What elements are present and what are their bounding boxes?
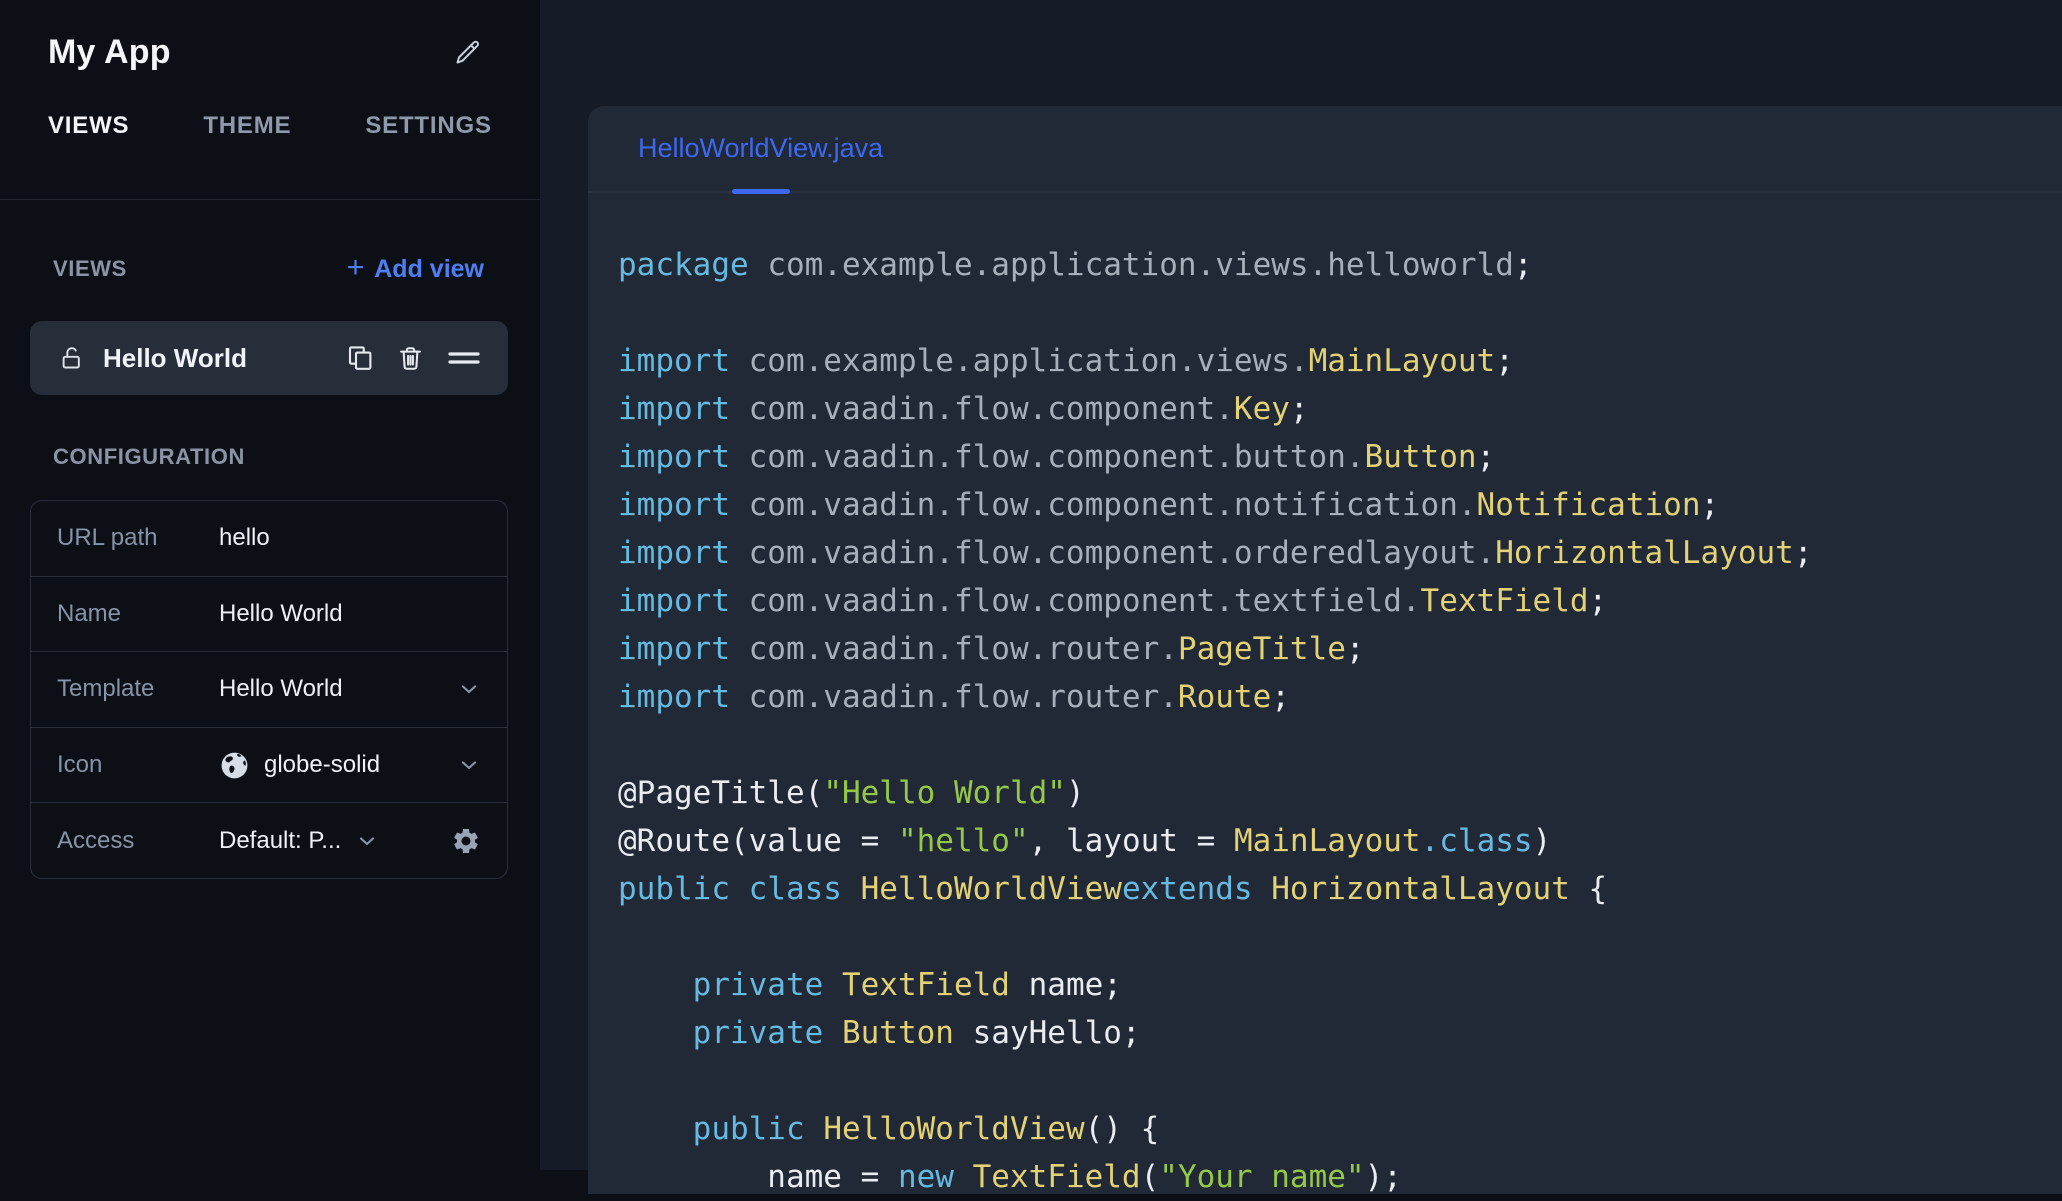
tab-settings[interactable]: SETTINGS xyxy=(365,112,491,140)
views-section-title: VIEWS xyxy=(53,256,127,281)
edit-app-name-button[interactable] xyxy=(454,38,482,66)
code-line: import com.vaadin.flow.router.PageTitle; xyxy=(618,631,1365,667)
gear-icon xyxy=(451,826,481,856)
views-section-header: VIEWS + Add view xyxy=(53,252,484,286)
tabs-divider xyxy=(0,199,540,200)
code-line: import com.vaadin.flow.router.Route; xyxy=(618,679,1290,715)
configuration-panel: URL path hello Name Hello World Template… xyxy=(30,500,508,879)
code-editor[interactable]: package com.example.application.views.he… xyxy=(588,193,2062,1201)
chevron-down-icon xyxy=(355,829,379,853)
code-line: import com.vaadin.flow.component.ordered… xyxy=(618,535,1813,571)
code-line: @Route(value = "hello", layout = MainLay… xyxy=(618,823,1552,859)
duplicate-view-button[interactable] xyxy=(343,341,377,375)
plus-icon: + xyxy=(346,251,365,284)
code-line: public HelloWorldView() { xyxy=(692,1111,1160,1147)
tab-helloworldview-java[interactable]: HelloWorldView.java xyxy=(628,106,893,194)
code-line: import com.vaadin.flow.component.textfie… xyxy=(618,583,1608,619)
template-label: Template xyxy=(57,675,155,703)
app-window: My App VIEWS THEME SETTINGS VIEWS + Add … xyxy=(0,0,2062,1195)
code-line: @PageTitle("Hello World") xyxy=(618,775,1085,811)
drag-handle-icon xyxy=(446,347,482,369)
name-value: Hello World xyxy=(219,599,343,627)
code-line: name = new TextField("Your name"); xyxy=(618,1159,1402,1195)
active-tab-underline xyxy=(731,189,790,194)
drag-view-handle[interactable] xyxy=(444,345,484,371)
code-line: import com.vaadin.flow.component.notific… xyxy=(618,487,1720,523)
globe-icon xyxy=(219,750,250,781)
chevron-down-icon xyxy=(457,753,481,777)
add-view-label: Add view xyxy=(374,254,484,283)
code-panel: HelloWorldView.java package com.example.… xyxy=(588,106,2062,1195)
editor-tabbar: HelloWorldView.java xyxy=(588,106,2062,194)
app-title: My App xyxy=(48,32,171,71)
config-row-url-path: URL path hello xyxy=(31,501,507,576)
sidebar-header: My App xyxy=(48,28,482,76)
view-item-actions xyxy=(343,341,484,375)
code-line: import com.example.application.views.Mai… xyxy=(618,343,1514,379)
unlock-icon xyxy=(58,345,85,372)
config-row-access: Access Default: P... xyxy=(31,802,507,878)
icon-label: Icon xyxy=(57,751,103,779)
url-path-value: hello xyxy=(219,524,270,552)
code-line: public class HelloWorldViewextends Horiz… xyxy=(618,871,1608,907)
access-label: Access xyxy=(57,826,135,854)
copy-icon xyxy=(345,343,375,373)
config-row-icon: Icon globe-solid xyxy=(31,726,507,803)
chevron-down-icon xyxy=(457,677,481,701)
name-input[interactable]: Hello World xyxy=(219,600,481,628)
editor-tab-label: HelloWorldView.java xyxy=(638,133,884,163)
view-item-label: Hello World xyxy=(103,342,247,373)
access-value: Default: P... xyxy=(219,826,342,854)
name-label: Name xyxy=(57,599,122,627)
template-select[interactable]: Hello World xyxy=(219,675,481,703)
tab-theme[interactable]: THEME xyxy=(203,112,291,140)
config-row-name: Name Hello World xyxy=(31,575,507,652)
pencil-icon xyxy=(454,38,482,66)
code-line: private TextField name; xyxy=(692,967,1122,1003)
code-line: import com.vaadin.flow.component.button.… xyxy=(618,439,1496,475)
code-line: package com.example.application.views.he… xyxy=(618,247,1533,283)
editor-area: HelloWorldView.java package com.example.… xyxy=(540,0,2062,1195)
url-path-input[interactable]: hello xyxy=(219,524,481,552)
config-row-template: Template Hello World xyxy=(31,651,507,727)
view-list-item-hello-world[interactable]: Hello World xyxy=(30,321,508,395)
sidebar: My App VIEWS THEME SETTINGS VIEWS + Add … xyxy=(0,0,540,1170)
access-settings-button[interactable] xyxy=(451,826,481,856)
sidebar-tabs: VIEWS THEME SETTINGS xyxy=(48,112,492,140)
url-path-label: URL path xyxy=(57,524,158,552)
code-line: private Button sayHello; xyxy=(692,1015,1141,1051)
code-line: import com.vaadin.flow.component.Key; xyxy=(618,391,1309,427)
icon-select[interactable]: globe-solid xyxy=(219,750,481,781)
tab-views[interactable]: VIEWS xyxy=(48,112,129,140)
add-view-button[interactable]: + Add view xyxy=(346,251,484,284)
access-select[interactable]: Default: P... xyxy=(219,826,481,856)
trash-icon xyxy=(396,344,425,373)
configuration-section-title: CONFIGURATION xyxy=(53,444,245,469)
icon-value: globe-solid xyxy=(264,751,381,779)
delete-view-button[interactable] xyxy=(394,342,427,375)
template-value: Hello World xyxy=(219,675,343,703)
